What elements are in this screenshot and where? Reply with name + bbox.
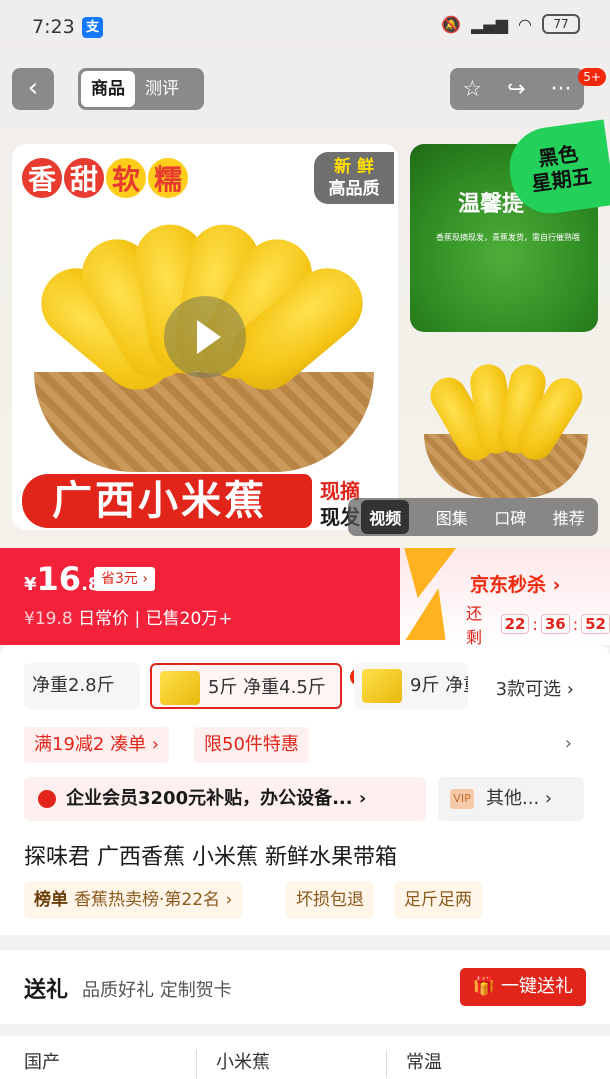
rank-badge[interactable]: 榜单 香蕉热卖榜·第22名 › [24,881,243,919]
wifi-icon: ◠ [518,14,532,34]
sku-more-button[interactable]: 3款可选 › [496,675,574,701]
attr-storage: 常温 [406,1052,442,1073]
product-detail-card: 净重2.8斤 5斤 净重4.5斤 9斤 净重 3款可选 › 满19减2 凑单 ›… [0,645,610,935]
back-button[interactable]: ‹ [12,68,54,110]
chevron-right-icon[interactable]: › [565,733,572,754]
media-tab-recommend[interactable]: 推荐 [553,505,585,529]
vip-text: 其他... › [486,788,553,809]
signal-icon: ▂▄▆ [471,14,509,34]
attr-variety: 小米蕉 [216,1052,270,1073]
message-badge: 5+ [578,68,606,86]
side-image-subtitle: 香蕉现摘现发，青蕉发货，需自行催熟哦 [436,233,580,242]
mute-icon: 🔕 [441,14,462,34]
more-icon[interactable]: ··· [551,77,572,102]
original-price-label: 日常价 [78,609,130,629]
sku-option[interactable]: 净重2.8斤 [24,663,140,709]
countdown-seconds: 52 [581,614,610,634]
price-int: 16 [36,560,82,598]
share-icon[interactable]: ↪ [507,77,525,102]
nav-actions: ☆ ↪ ··· [450,68,584,110]
price-symbol: ¥ [24,574,37,595]
product-image-title: 广西小米蕉 [22,474,312,528]
star-icon[interactable]: ☆ [462,77,482,102]
attr-origin: 国产 [24,1052,60,1073]
side-banana-image[interactable] [423,361,590,504]
gift-title: 送礼 [24,978,69,1003]
save-badge[interactable]: 省3元 › [94,567,155,591]
status-time: 7:23 [32,16,75,38]
vip-banner[interactable]: VIP 其他... › [438,777,584,821]
attr-divider [386,1050,387,1078]
sku-thumb [160,671,200,705]
main-product-image[interactable]: 香 甜 软 糯 新 鲜 高品质 广西小米蕉 现摘 现发 [12,144,398,530]
sku-label: 9斤 净重 [410,675,468,696]
media-tab-gallery[interactable]: 图集 [436,505,468,529]
sweet-char: 甜 [62,156,106,200]
media-tabs: 视频 图集 口碑 推荐 [348,498,598,536]
countdown-hours: 22 [500,614,530,634]
attributes-row[interactable]: 国产 小米蕉 常温 [0,1036,610,1079]
battery-icon: 77 [542,14,580,34]
media-tab-video[interactable]: 视频 [361,500,410,534]
countdown: 还剩 22: 36: 52 [466,600,610,648]
service-tag: 足斤足两 [394,881,482,919]
fresh-tag-bottom: 高品质 [328,179,380,199]
promo-limited[interactable]: 限50件特惠 [194,727,309,763]
fresh-tag-top: 新 鲜 [334,157,374,177]
sku-selector: 净重2.8斤 5斤 净重4.5斤 9斤 净重 3款可选 › [24,661,584,711]
sku-option[interactable]: 9斤 净重 [354,663,468,709]
sku-option-selected[interactable]: 5斤 净重4.5斤 [150,663,342,709]
sweet-tag: 香 甜 软 糯 [20,156,190,200]
rank-label: 榜单 [34,890,68,910]
promo-coupon[interactable]: 满19减2 凑单 › [24,727,169,763]
vip-icon: VIP [450,789,474,809]
member-text: 企业会员3200元补贴，办公设备... › [66,788,367,809]
nav-tabs: 商品 测评 [78,68,204,110]
countdown-label: 还剩 [466,604,483,647]
price-bar: ¥16.8 省3元 › ¥19.8 日常价 | 已售20万+ 京东秒杀 › 还剩… [0,548,610,648]
user-icon [38,790,56,808]
product-hero: 7:23 支 🔕 ▂▄▆ ◠ 77 ‹ 商品 测评 ☆ ↪ ··· 5+ 香 甜… [0,0,610,548]
media-tab-reviews[interactable]: 口碑 [494,505,526,529]
promo-row: 满19减2 凑单 › 限50件特惠 › [24,727,584,763]
flash-sale-title[interactable]: 京东秒杀 › [470,570,560,597]
tab-review[interactable]: 测评 [135,71,189,107]
sku-label: 净重2.8斤 [32,675,115,696]
send-gift-button[interactable]: 🎁 一键送礼 [460,968,586,1006]
sweet-char: 香 [20,156,64,200]
product-title: 探味君 广西香蕉 小米蕉 新鲜水果带箱 [24,845,397,870]
sweet-char: 软 [104,156,148,200]
sub-divider: | [134,609,146,629]
alipay-icon: 支 [82,17,103,38]
attr-divider [196,1050,197,1078]
top-nav: ‹ 商品 测评 ☆ ↪ ··· 5+ [0,68,610,112]
countdown-minutes: 36 [540,614,570,634]
original-price: ¥19.8 [24,609,73,629]
sold-count: 已售20万+ [145,609,233,629]
sku-label: 5斤 净重4.5斤 [208,677,326,698]
member-row: 企业会员3200元补贴，办公设备... › VIP 其他... › [24,777,584,821]
service-tag: 坏损包退 [286,881,374,919]
tab-product[interactable]: 商品 [81,71,135,107]
current-price: ¥16.8 [24,560,100,598]
sku-thumb [362,669,402,703]
enterprise-member-banner[interactable]: 企业会员3200元补贴，办公设备... › [24,777,426,821]
gift-subtitle: 品质好礼 定制贺卡 [82,980,232,1001]
status-bar: 7:23 支 🔕 ▂▄▆ ◠ 77 [0,0,610,56]
gift-section: 送礼 品质好礼 定制贺卡 🎁 一键送礼 [0,950,610,1024]
sweet-char: 糯 [146,156,190,200]
play-video-button[interactable] [164,296,246,378]
chevron-left-icon: ‹ [27,73,39,103]
rank-text: 香蕉热卖榜·第22名 › [74,890,233,910]
fresh-tag: 新 鲜 高品质 [314,152,394,204]
price-sub: ¥19.8 日常价 | 已售20万+ [24,604,233,629]
system-icons: 🔕 ▂▄▆ ◠ 77 [441,14,580,34]
